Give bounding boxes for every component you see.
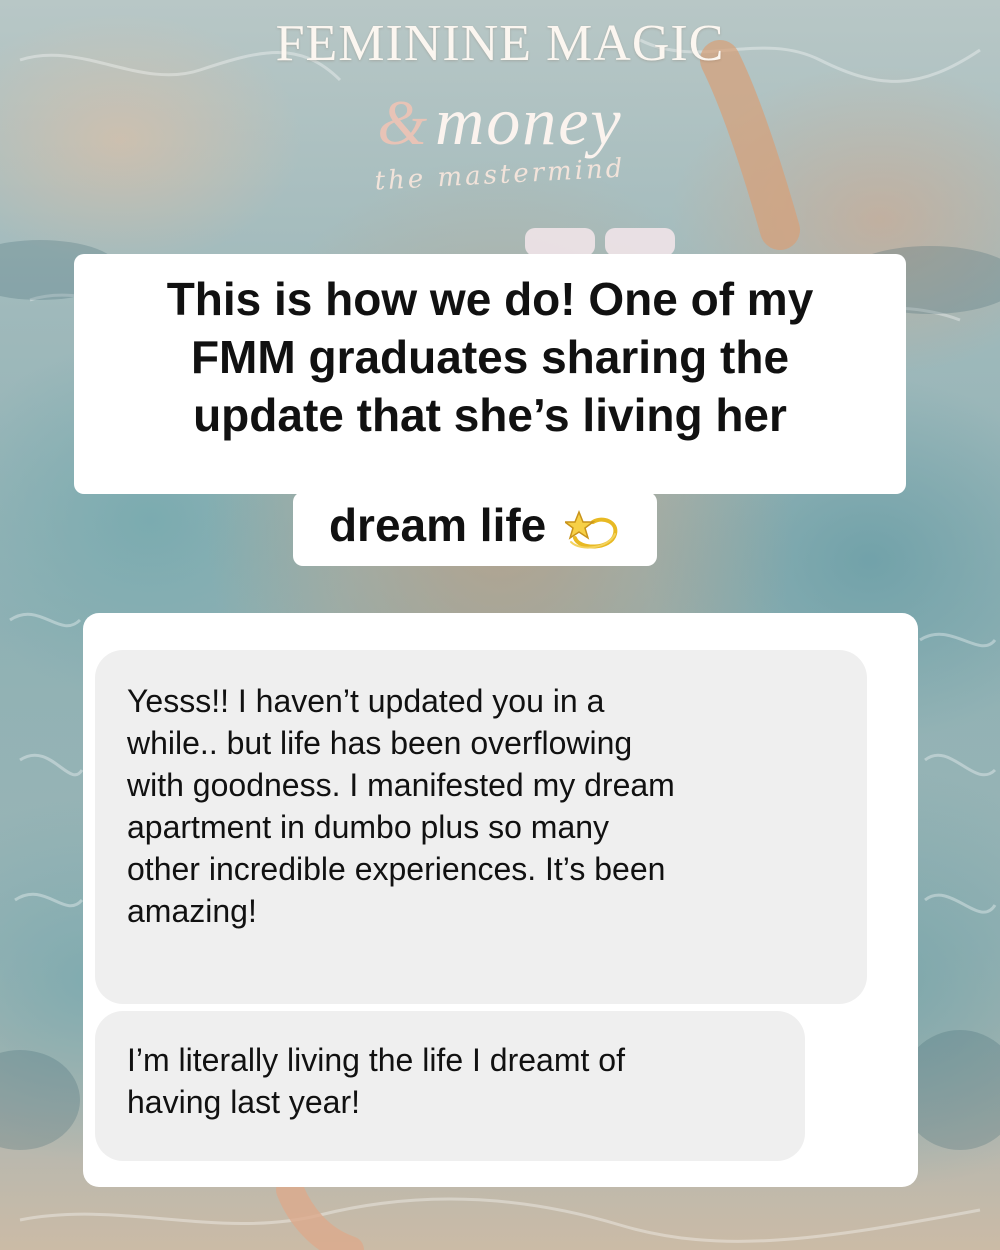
- caption-box-last: dream life: [293, 492, 657, 566]
- message-card: Yesss!! I haven’t updated you in a while…: [83, 613, 918, 1187]
- caption-line: update that she’s living her: [193, 389, 787, 441]
- brand-ampersand: &: [377, 87, 430, 158]
- brand-money-word: money: [435, 83, 623, 159]
- message-line: with goodness. I manifested my dream: [127, 767, 675, 803]
- caption-line: FMM graduates sharing the: [190, 331, 790, 383]
- brand-title: FEMININE MAGIC: [275, 15, 725, 72]
- dizzy-star-icon: [562, 507, 621, 551]
- message-line: having last year!: [127, 1084, 361, 1120]
- message-line: other incredible experiences. It’s been: [127, 851, 666, 887]
- message-line: apartment in dumbo plus so many: [127, 809, 610, 845]
- caption-line: This is how we do! One of my: [166, 273, 814, 325]
- message-line: Yesss!! I haven’t updated you in a: [127, 683, 605, 719]
- message-line: I’m literally living the life I dreamt o…: [127, 1042, 625, 1078]
- message-line: while.. but life has been overflowing: [127, 725, 633, 761]
- message-bubble: Yesss!! I haven’t updated you in a while…: [95, 650, 867, 1004]
- caption-line-last: dream life: [293, 496, 657, 554]
- caption-box: This is how we do! One of my FMM graduat…: [74, 254, 906, 494]
- caption-line: dream life: [328, 499, 547, 551]
- message-bubble: I’m literally living the life I dreamt o…: [95, 1011, 805, 1161]
- message-line: amazing!: [127, 893, 257, 929]
